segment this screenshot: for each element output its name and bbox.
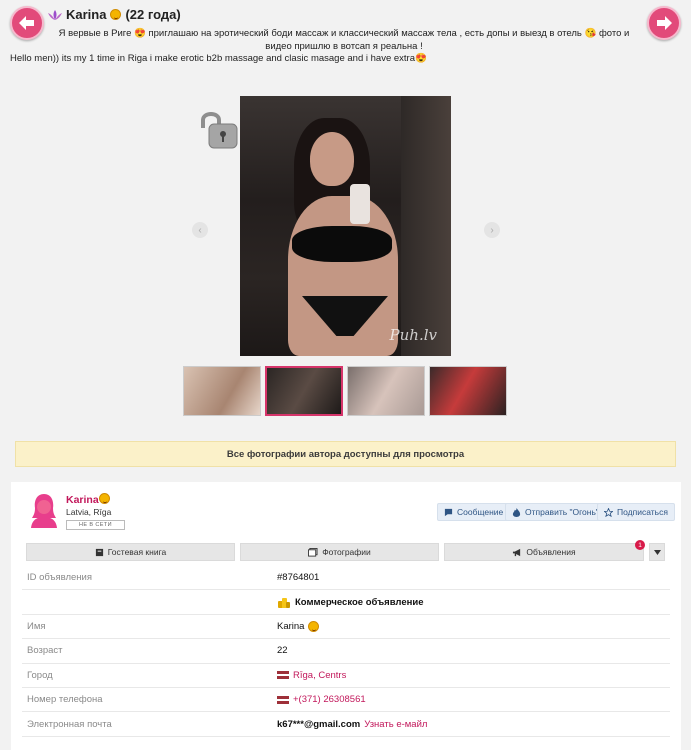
money-bag-icon — [278, 598, 290, 609]
reveal-email-link[interactable]: Узнать е-майл — [364, 719, 427, 730]
name-value: Karina — [277, 620, 305, 632]
listing-age: (22 года) — [125, 7, 181, 22]
online-status-badge: НЕ В СЕТИ — [66, 520, 125, 530]
ads-count-badge: 1 — [635, 540, 645, 550]
info-row-id: ID объявления #8764801 — [22, 566, 670, 591]
photo-gallery: Puh.lv ‹ › — [0, 90, 691, 360]
tab-ads[interactable]: Объявления — [444, 543, 644, 561]
info-row-age: Возраст 22 — [22, 639, 670, 664]
slide-next-button[interactable]: › — [484, 222, 500, 238]
star-icon — [604, 507, 613, 517]
wink-emoji-icon — [98, 493, 110, 504]
thumbnail-3[interactable] — [347, 366, 425, 416]
caret-down-icon — [653, 549, 661, 555]
send-message-button[interactable]: Сообщение — [437, 503, 511, 521]
fire-icon — [512, 507, 521, 517]
send-fire-button[interactable]: Отправить "Огонь" — [505, 503, 606, 521]
commercial-label: Коммерческое объявление — [295, 596, 424, 608]
latvia-flag-icon — [277, 671, 289, 680]
megaphone-icon — [513, 548, 521, 556]
info-row-email: Электронная почта k67***@gmail.com Узнат… — [22, 712, 670, 737]
info-row-city: Город Rīga, Centrs — [22, 664, 670, 688]
listing-title: Karina (22 года) — [48, 7, 648, 22]
listing-name: Karina — [66, 7, 107, 22]
wink-emoji-icon — [110, 9, 122, 20]
wink-emoji-icon — [308, 620, 320, 632]
tab-guestbook[interactable]: Гостевая книга — [26, 543, 235, 561]
photos-available-notice: Все фотографии автора доступны для просм… — [15, 441, 676, 467]
photo-watermark: Puh.lv — [389, 326, 437, 344]
listing-id: #8764801 — [277, 572, 320, 584]
thumbnail-strip — [183, 366, 507, 416]
arrow-left-icon — [19, 16, 34, 30]
info-row-name: Имя Karina — [22, 615, 670, 640]
listing-header: Karina (22 года) Я вервые в Риге 😍 пригл… — [48, 7, 648, 53]
chevron-right-icon: › — [490, 224, 494, 236]
main-photo[interactable]: Puh.lv — [240, 96, 451, 356]
avatar[interactable] — [29, 492, 59, 528]
previous-profile-arrow-button[interactable] — [10, 6, 44, 40]
thumbnail-1[interactable] — [183, 366, 261, 416]
listing-info-table: ID объявления #8764801 Коммерческое объя… — [22, 566, 670, 737]
more-dropdown-button[interactable] — [649, 543, 665, 561]
lotus-icon — [48, 9, 62, 20]
chevron-left-icon: ‹ — [198, 224, 202, 236]
arrow-right-icon — [657, 16, 672, 30]
age-value: 22 — [277, 645, 288, 657]
latvia-flag-icon — [277, 695, 289, 704]
tab-photos[interactable]: Фотографии — [240, 543, 439, 561]
thumbnail-4[interactable] — [429, 366, 507, 416]
info-row-commercial: Коммерческое объявление — [22, 590, 670, 615]
profile-card: Karina Latvia, Rīga НЕ В СЕТИ Сообщение … — [11, 482, 681, 750]
open-padlock-icon[interactable] — [195, 108, 241, 150]
description-russian: Я вервые в Риге 😍 приглашаю на эротическ… — [58, 28, 630, 52]
slide-prev-button[interactable]: ‹ — [192, 222, 208, 238]
next-profile-arrow-button[interactable] — [647, 6, 681, 40]
city-link[interactable]: Rīga, Centrs — [293, 670, 346, 681]
images-icon — [308, 547, 318, 557]
info-row-phone: Номер телефона +(371) 26308561 — [22, 688, 670, 713]
speech-bubble-icon — [444, 508, 453, 516]
book-icon — [95, 548, 103, 556]
profile-name[interactable]: Karina — [66, 493, 110, 506]
subscribe-button[interactable]: Подписаться — [597, 503, 675, 521]
phone-link[interactable]: +(371) 26308561 — [293, 694, 366, 705]
thumbnail-2-active[interactable] — [265, 366, 343, 416]
description-english: Hello men)) its my 1 time in Riga i make… — [10, 53, 427, 64]
email-value: k67***@gmail.com — [277, 718, 361, 730]
profile-location: Latvia, Rīga — [66, 507, 112, 517]
